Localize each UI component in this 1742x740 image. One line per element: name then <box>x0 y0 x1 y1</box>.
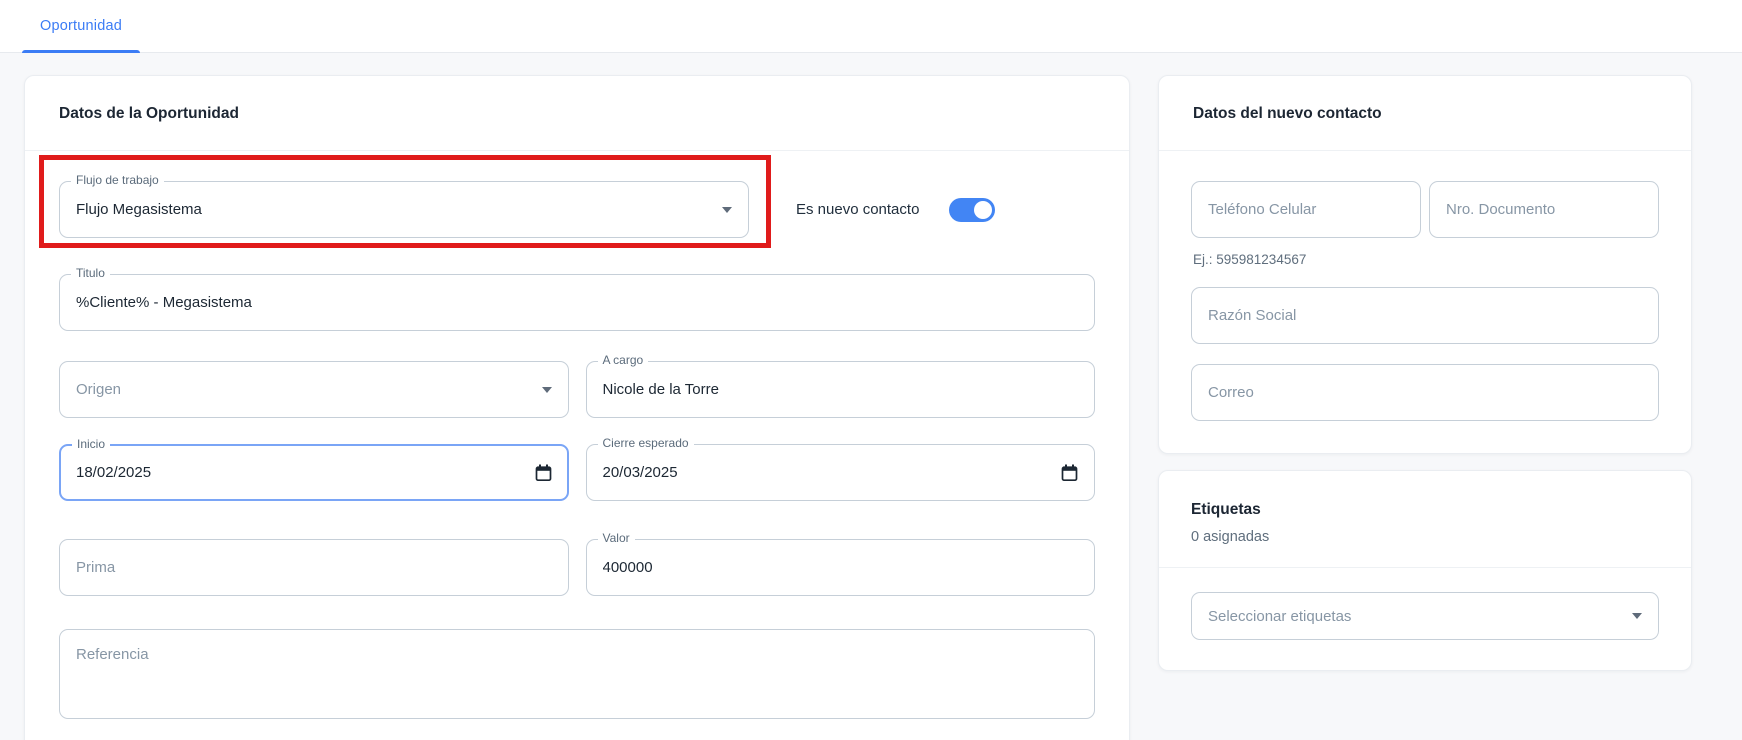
titulo-field[interactable]: Titulo <box>59 274 1095 331</box>
page-content: Datos de la Oportunidad Flujo de trabajo… <box>0 53 1742 740</box>
etiquetas-count: 0 asignadas <box>1191 529 1659 545</box>
cierre-esperado-label: Cierre esperado <box>598 436 694 450</box>
titulo-label: Titulo <box>71 266 110 280</box>
etiquetas-body <box>1159 568 1691 670</box>
etiquetas-card: Etiquetas 0 asignadas <box>1158 470 1692 671</box>
nuevo-contacto-group: Es nuevo contacto <box>796 198 995 222</box>
prima-field[interactable] <box>59 539 569 596</box>
prima-valor-row: Valor <box>59 539 1095 596</box>
new-contact-card-body: Ej.: 595981234567 <box>1159 151 1691 453</box>
inicio-input[interactable] <box>76 464 527 481</box>
new-contact-card: Datos del nuevo contacto Ej.: 5959812345… <box>1158 75 1692 454</box>
titulo-input[interactable] <box>76 294 1078 311</box>
tab-oportunidad[interactable]: Oportunidad <box>22 0 140 52</box>
flujo-de-trabajo-label: Flujo de trabajo <box>71 173 164 187</box>
nro-documento-field[interactable] <box>1429 181 1659 238</box>
etiquetas-title: Etiquetas <box>1191 501 1659 519</box>
origen-input[interactable] <box>76 381 534 398</box>
prima-input[interactable] <box>76 559 552 576</box>
titulo-row: Titulo <box>59 274 1095 331</box>
origen-field[interactable] <box>59 361 569 418</box>
toggle-knob <box>974 201 992 219</box>
a-cargo-label: A cargo <box>598 353 649 367</box>
opportunity-card: Datos de la Oportunidad Flujo de trabajo… <box>24 75 1130 740</box>
referencia-textarea[interactable] <box>60 630 1094 718</box>
telefono-celular-input[interactable] <box>1208 201 1404 218</box>
nuevo-contacto-toggle[interactable] <box>949 198 995 222</box>
flujo-de-trabajo-field[interactable]: Flujo de trabajo <box>59 181 749 238</box>
seleccionar-etiquetas-input[interactable] <box>1208 608 1624 625</box>
opportunity-card-title: Datos de la Oportunidad <box>25 76 1129 151</box>
cierre-esperado-field[interactable]: Cierre esperado <box>586 444 1096 501</box>
etiquetas-head: Etiquetas 0 asignadas <box>1159 471 1691 567</box>
razon-social-field[interactable] <box>1191 287 1659 344</box>
inicio-field[interactable]: Inicio <box>59 444 569 501</box>
valor-input[interactable] <box>603 559 1079 576</box>
new-contact-card-title: Datos del nuevo contacto <box>1159 76 1691 151</box>
a-cargo-field[interactable]: A cargo <box>586 361 1096 418</box>
telefono-hint: Ej.: 595981234567 <box>1193 252 1659 267</box>
correo-field[interactable] <box>1191 364 1659 421</box>
tab-bar: Oportunidad <box>0 0 1742 53</box>
chevron-down-icon <box>542 387 552 393</box>
valor-field[interactable]: Valor <box>586 539 1096 596</box>
opportunity-card-body: Flujo de trabajo Es nuevo contacto Titul… <box>25 151 1129 740</box>
referencia-field[interactable] <box>59 629 1095 719</box>
origen-acargo-row: A cargo <box>59 361 1095 418</box>
seleccionar-etiquetas-field[interactable] <box>1191 592 1659 640</box>
tab-oportunidad-label: Oportunidad <box>40 18 122 34</box>
chevron-down-icon <box>1632 613 1642 619</box>
chevron-down-icon <box>722 207 732 213</box>
calendar-icon[interactable] <box>535 464 552 482</box>
telefono-celular-field[interactable] <box>1191 181 1421 238</box>
razon-social-input[interactable] <box>1208 307 1642 324</box>
inicio-label: Inicio <box>72 437 110 451</box>
flujo-row: Flujo de trabajo Es nuevo contacto <box>59 181 1095 238</box>
right-column: Datos del nuevo contacto Ej.: 5959812345… <box>1158 75 1692 671</box>
calendar-icon[interactable] <box>1061 464 1078 482</box>
dates-row: Inicio Cierre esperado <box>59 444 1095 501</box>
cierre-esperado-input[interactable] <box>603 464 1054 481</box>
phone-document-row <box>1191 181 1659 238</box>
valor-label: Valor <box>598 531 635 545</box>
nro-documento-input[interactable] <box>1446 201 1642 218</box>
nuevo-contacto-label: Es nuevo contacto <box>796 201 919 218</box>
flujo-de-trabajo-input[interactable] <box>76 201 714 218</box>
a-cargo-input[interactable] <box>603 381 1079 398</box>
correo-input[interactable] <box>1208 384 1642 401</box>
